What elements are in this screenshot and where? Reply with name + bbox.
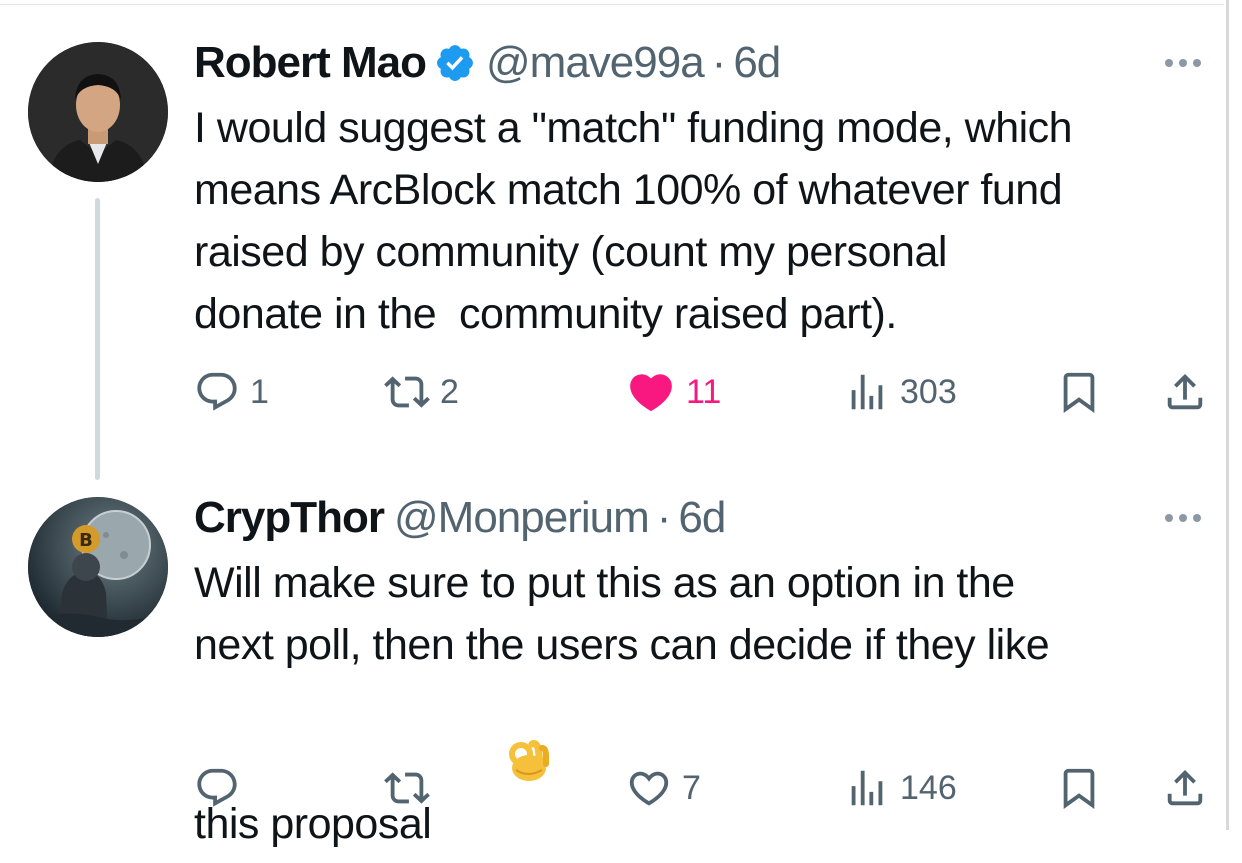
- svg-text:B: B: [79, 530, 93, 551]
- tweet-text-line: donate in the community raised part).: [194, 290, 897, 338]
- handle[interactable]: @mave99a: [486, 38, 705, 88]
- share-button[interactable]: [1162, 763, 1208, 813]
- action-bar: 7 146: [194, 763, 1214, 813]
- like-count: 7: [682, 768, 701, 807]
- views-count: 303: [900, 372, 957, 411]
- action-bar: 1 2 11 303: [194, 367, 1214, 417]
- reply-icon: [197, 372, 237, 411]
- retweet-button[interactable]: 2: [384, 367, 459, 417]
- tweet-text-line: Will make sure to put this as an option …: [194, 559, 1015, 607]
- tweet-header: Robert Mao @mave99a · 6d: [194, 38, 781, 88]
- scrollbar[interactable]: [1226, 0, 1229, 830]
- handle[interactable]: @Monperium: [394, 493, 650, 543]
- heart-icon: [630, 374, 672, 412]
- tweet-text-line: means ArcBlock match 100% of whatever fu…: [194, 166, 1063, 214]
- bookmark-icon: [1063, 372, 1095, 413]
- avatar[interactable]: B: [28, 497, 168, 637]
- retweet-icon: [384, 772, 430, 804]
- reply-count: 1: [250, 372, 269, 411]
- avatar[interactable]: [28, 42, 168, 182]
- like-button[interactable]: 7: [626, 763, 701, 813]
- thread-line: [95, 198, 100, 480]
- tweet[interactable]: Robert Mao @mave99a · 6d I would suggest…: [0, 0, 1224, 480]
- share-icon: [1167, 373, 1203, 410]
- separator-dot: ·: [711, 38, 727, 87]
- views-count: 146: [900, 768, 957, 807]
- share-button[interactable]: [1162, 367, 1208, 417]
- timestamp[interactable]: 6d: [678, 493, 726, 543]
- views-icon: [851, 770, 883, 806]
- display-name[interactable]: Robert Mao: [194, 38, 427, 88]
- verified-icon: [434, 42, 476, 84]
- views-button[interactable]: 303: [844, 367, 957, 417]
- heart-icon: [629, 771, 669, 806]
- bookmark-button[interactable]: [1056, 763, 1102, 813]
- timestamp[interactable]: 6d: [733, 38, 781, 88]
- reply-icon: [197, 768, 237, 807]
- separator-dot: ·: [656, 493, 672, 542]
- views-button[interactable]: 146: [844, 763, 957, 813]
- tweet-text: I would suggest a "match" funding mode, …: [194, 97, 1214, 345]
- like-count: 11: [686, 372, 722, 411]
- tweet[interactable]: B CrypThor @Monperium · 6d Will make sur…: [0, 470, 1224, 848]
- ok-hand-emoji-icon: [437, 676, 549, 781]
- tweet-header: CrypThor @Monperium · 6d: [194, 493, 726, 543]
- display-name[interactable]: CrypThor: [194, 493, 385, 543]
- tweet-text-line: next poll, then the users can decide if …: [194, 621, 1050, 669]
- share-icon: [1167, 769, 1203, 806]
- tweet-text-line: I would suggest a "match" funding mode, …: [194, 104, 1073, 152]
- more-icon[interactable]: [1165, 508, 1215, 528]
- reply-button[interactable]: 1: [194, 367, 269, 417]
- retweet-icon: [384, 376, 430, 408]
- views-icon: [851, 374, 883, 410]
- like-button[interactable]: 11: [626, 367, 721, 417]
- more-icon[interactable]: [1165, 53, 1215, 73]
- retweet-button[interactable]: [384, 763, 440, 813]
- bookmark-button[interactable]: [1056, 367, 1102, 417]
- reply-button[interactable]: [194, 763, 250, 813]
- bookmark-icon: [1063, 768, 1095, 809]
- retweet-count: 2: [440, 372, 459, 411]
- tweet-text-line: raised by community (count my personal: [194, 228, 947, 276]
